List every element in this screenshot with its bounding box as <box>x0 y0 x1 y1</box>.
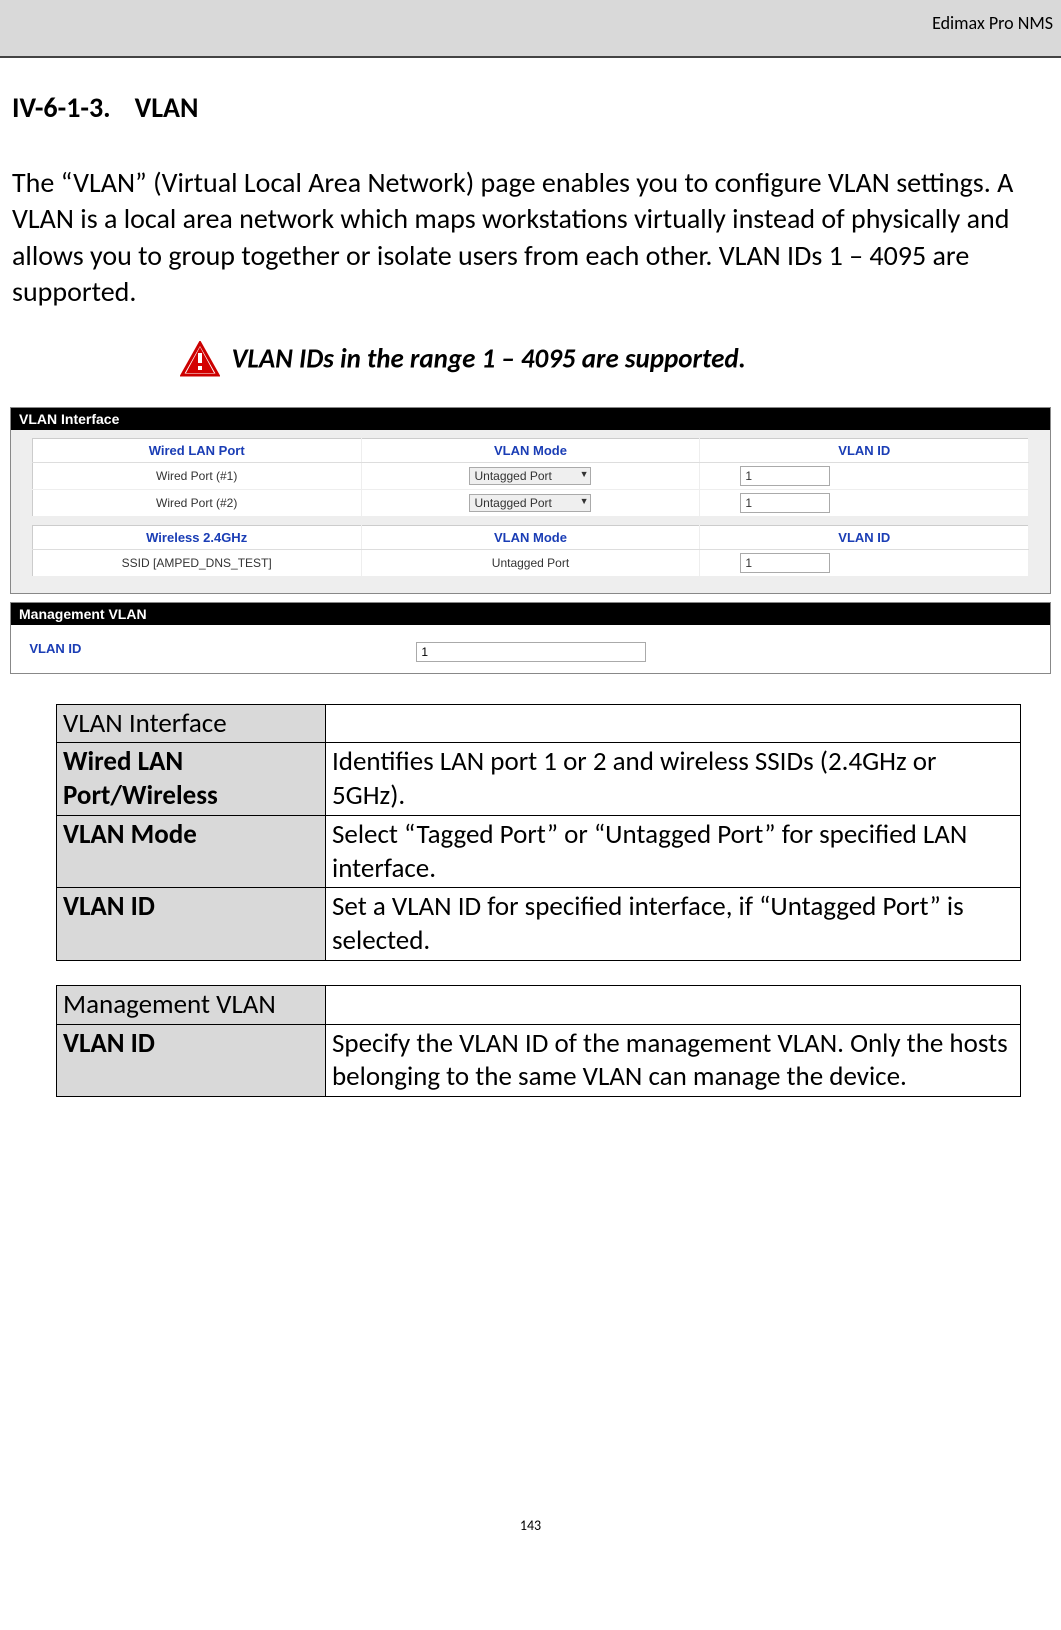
desc-header-cell: VLAN Interface <box>57 704 326 743</box>
wireless-header-mode: VLAN Mode <box>361 525 700 549</box>
desc-value: Specify the VLAN ID of the management VL… <box>326 1024 1021 1097</box>
mgmt-vlan-id-input[interactable]: 1 <box>416 642 646 662</box>
table-row: SSID [AMPED_DNS_TEST] Untagged Port 1 <box>32 549 1028 576</box>
wired-port-label: Wired Port (#1) <box>32 462 361 489</box>
warning-icon <box>180 341 220 377</box>
mgmt-vlan-id-label: VLAN ID <box>21 631 408 667</box>
vlan-interface-panel: VLAN Interface Wired LAN Port VLAN Mode … <box>10 407 1051 594</box>
section-heading: IV-6-1-3. VLAN <box>10 90 1051 125</box>
vlan-mode-static: Untagged Port <box>361 549 700 576</box>
wired-port-label: Wired Port (#2) <box>32 489 361 516</box>
page-number: 143 <box>0 1517 1061 1544</box>
page-header-bar: Edimax Pro NMS <box>0 0 1061 58</box>
wireless-table: Wireless 2.4GHz VLAN Mode VLAN ID SSID [… <box>32 525 1029 577</box>
wired-header-port: Wired LAN Port <box>32 438 361 462</box>
wired-header-id: VLAN ID <box>700 438 1029 462</box>
wireless-header-ssid: Wireless 2.4GHz <box>32 525 361 549</box>
section-title: VLAN <box>135 90 199 125</box>
warning-text: VLAN IDs in the range 1 – 4095 are suppo… <box>231 342 745 375</box>
desc-value: Set a VLAN ID for specified interface, i… <box>326 888 1021 961</box>
ssid-label: SSID [AMPED_DNS_TEST] <box>32 549 361 576</box>
table-row: Wired Port (#2) Untagged Port 1 <box>32 489 1028 516</box>
vlan-mode-select[interactable]: Untagged Port <box>469 494 591 512</box>
desc-header-empty <box>326 704 1021 743</box>
vlan-id-input[interactable]: 1 <box>740 493 830 513</box>
product-name: Edimax Pro NMS <box>932 12 1053 34</box>
management-vlan-desc-table: Management VLAN VLAN ID Specify the VLAN… <box>56 985 1021 1097</box>
desc-header-empty <box>326 985 1021 1024</box>
vlan-mode-select[interactable]: Untagged Port <box>469 467 591 485</box>
intro-paragraph: The “VLAN” (Virtual Local Area Network) … <box>10 165 1051 311</box>
wireless-header-id: VLAN ID <box>700 525 1029 549</box>
desc-key: VLAN ID <box>57 1024 326 1097</box>
desc-value: Identifies LAN port 1 or 2 and wireless … <box>326 743 1021 816</box>
desc-key: VLAN Mode <box>57 815 326 888</box>
vlan-interface-panel-title: VLAN Interface <box>11 408 1050 430</box>
wired-header-mode: VLAN Mode <box>361 438 700 462</box>
desc-header-cell: Management VLAN <box>57 985 326 1024</box>
desc-key: Wired LAN Port/Wireless <box>57 743 326 816</box>
warning-row: VLAN IDs in the range 1 – 4095 are suppo… <box>10 341 1051 377</box>
table-row: Wired Port (#1) Untagged Port 1 <box>32 462 1028 489</box>
section-number: IV-6-1-3. <box>12 90 111 125</box>
wired-ports-table: Wired LAN Port VLAN Mode VLAN ID Wired P… <box>32 438 1029 517</box>
vlan-id-input[interactable]: 1 <box>740 553 830 573</box>
vlan-id-input[interactable]: 1 <box>740 466 830 486</box>
management-vlan-panel-title: Management VLAN <box>11 603 1050 625</box>
management-vlan-panel: Management VLAN VLAN ID 1 <box>10 602 1051 674</box>
vlan-interface-desc-table: VLAN Interface Wired LAN Port/Wireless I… <box>56 704 1021 961</box>
desc-value: Select “Tagged Port” or “Untagged Port” … <box>326 815 1021 888</box>
desc-key: VLAN ID <box>57 888 326 961</box>
